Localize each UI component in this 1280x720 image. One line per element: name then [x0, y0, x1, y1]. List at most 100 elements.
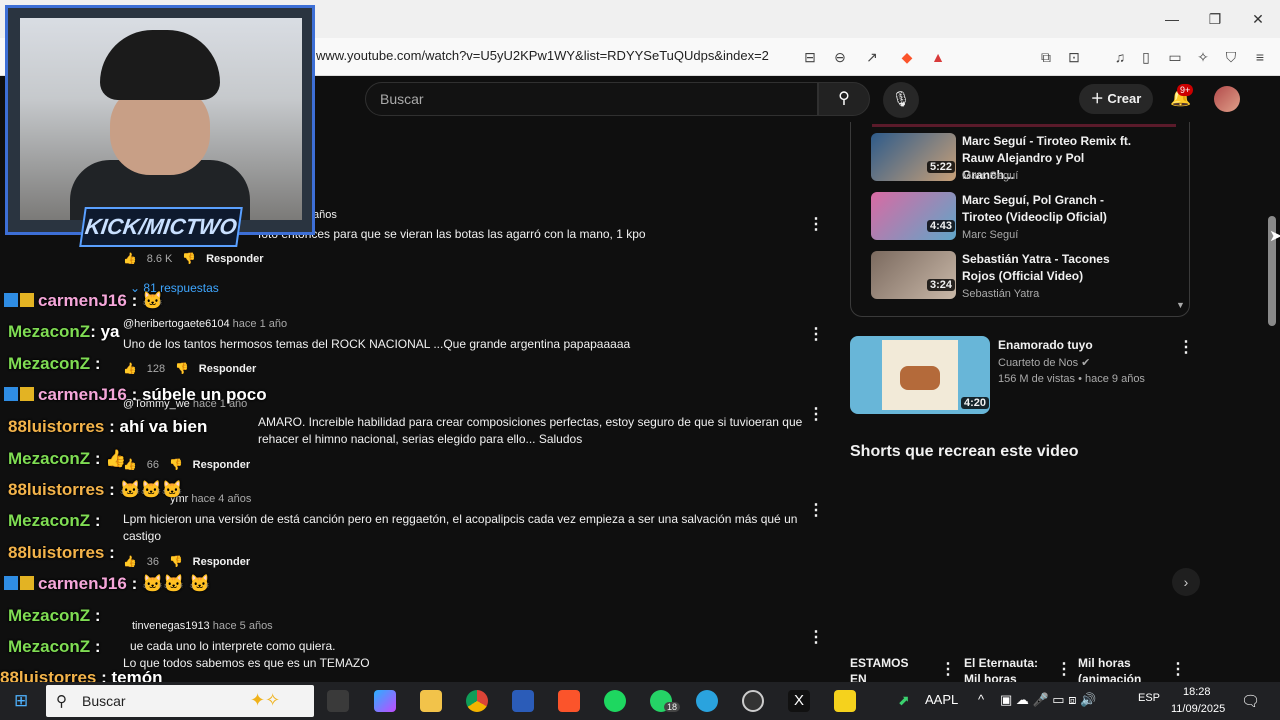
comment-actions: 👍 128 👎 Responder [123, 362, 256, 376]
chat-user: MezaconZ [8, 511, 91, 530]
like-icon[interactable]: 👍 [123, 252, 137, 265]
video-title[interactable]: Enamorado tuyo [998, 338, 1093, 352]
tray-icons[interactable]: ▣ ☁ 🎤 ▭ ⧈ 🔊 [1000, 692, 1096, 708]
word-icon[interactable] [512, 690, 534, 712]
share-icon[interactable]: ↗ [862, 47, 882, 67]
telegram-icon[interactable] [696, 690, 718, 712]
handle-name[interactable]: tinvenegas1913 [132, 620, 210, 632]
search-button[interactable]: ⚲ [818, 82, 870, 116]
emote-icon: 🐱 [141, 291, 164, 310]
media-icon[interactable]: ♫ [1110, 47, 1130, 67]
screenshot-icon[interactable]: ⊡ [1064, 47, 1084, 67]
chat-message: : [94, 511, 101, 530]
chat-line: MezaconZ : 👍 [8, 449, 127, 469]
dislike-icon[interactable]: 👎 [169, 458, 183, 471]
windows-start-icon[interactable]: ⊞ [14, 692, 32, 710]
comment-menu-icon[interactable]: ⋮ [808, 324, 824, 344]
restore-icon[interactable]: ❐ [1203, 8, 1227, 30]
chevron-right-icon[interactable]: › [1172, 568, 1200, 596]
cast-icon[interactable]: ⊟ [800, 47, 820, 67]
short-menu-icon[interactable]: ⋮ [1056, 659, 1072, 679]
tray-chevron-icon[interactable]: ^ [978, 692, 984, 707]
reply-button[interactable]: Responder [199, 363, 256, 375]
leo-icon[interactable]: ✧ [1193, 47, 1213, 67]
chat-user: MezaconZ [8, 606, 91, 625]
like-icon[interactable]: 👍 [123, 555, 137, 568]
zoom-icon[interactable]: ⊖ [830, 47, 850, 67]
mouse-cursor-icon: ➤ [1269, 228, 1280, 245]
reply-button[interactable]: Responder [193, 459, 250, 471]
comment-text: AMARO. Increible habilidad para crear co… [258, 415, 803, 446]
menu-icon[interactable]: ≡ [1250, 47, 1270, 67]
comment-menu-icon[interactable]: ⋮ [808, 500, 824, 520]
chat-message: : [131, 291, 138, 310]
brave-shield-icon[interactable]: ◆ [897, 47, 917, 67]
chat-line: MezaconZ: ya [8, 322, 119, 342]
create-button[interactable]: ＋ Crear [1079, 84, 1153, 114]
playlist-thumbnail[interactable] [871, 133, 956, 181]
dislike-icon[interactable]: 👎 [175, 362, 189, 375]
spotify-icon[interactable] [604, 690, 626, 712]
chrome-icon[interactable] [466, 690, 488, 712]
emote-icon: 🐱🐱🐱 [119, 480, 184, 499]
search-highlight-icon: ✦✧ [250, 690, 281, 710]
dislike-icon[interactable]: 👎 [169, 555, 183, 568]
clock-time[interactable]: 18:28 [1183, 686, 1211, 698]
url-field[interactable]: www.youtube.com/watch?v=U5yU2KPw1WY&list… [316, 48, 769, 63]
horse-shape [900, 366, 940, 390]
minimize-icon[interactable]: — [1160, 8, 1184, 30]
chat-user: 88luistorres [8, 417, 105, 436]
clock-date[interactable]: 11/09/2025 [1171, 703, 1225, 715]
chat-user: MezaconZ [8, 322, 91, 341]
chat-line: 88luistorres : [8, 543, 115, 563]
notification-center-icon[interactable]: 🗨 [1241, 692, 1260, 710]
duration-badge: 5:22 [927, 161, 956, 173]
close-icon[interactable]: ✕ [1246, 8, 1270, 30]
comment-menu-icon[interactable]: ⋮ [808, 214, 824, 234]
short-menu-icon[interactable]: ⋮ [940, 659, 956, 679]
brave-icon[interactable] [558, 690, 580, 712]
short-menu-icon[interactable]: ⋮ [1170, 659, 1186, 679]
reply-button[interactable]: Responder [193, 556, 250, 568]
playlist-thumbnail[interactable] [871, 192, 956, 240]
sticky-notes-icon[interactable] [834, 690, 856, 712]
voice-search-button[interactable]: 🎙 [883, 82, 919, 118]
task-view-icon[interactable] [327, 690, 349, 712]
handle-name[interactable]: @heribertogaete6104 [123, 318, 230, 330]
comment-menu-icon[interactable]: ⋮ [808, 404, 824, 424]
notification-badge: 9+ [1177, 84, 1194, 96]
video-channel: Cuarteto de Nos ✔ [998, 356, 1090, 369]
file-explorer-icon[interactable] [420, 690, 442, 712]
comment-actions: 👍 66 👎 Responder [123, 458, 250, 472]
vpn-icon[interactable]: ⛉ [1221, 47, 1241, 67]
obs-icon[interactable] [742, 690, 764, 712]
video-menu-icon[interactable]: ⋮ [1178, 337, 1194, 357]
stock-ticker[interactable]: AAPL [925, 692, 958, 707]
chat-message: : ahí va bien [109, 417, 208, 436]
like-icon[interactable]: 👍 [123, 362, 137, 375]
dislike-icon[interactable]: 👎 [182, 252, 196, 265]
comment-actions: 👍 8.6 K 👎 Responder [123, 252, 264, 266]
playlist-title[interactable]: Sebastián Yatra - Tacones Rojos (Officia… [962, 251, 1132, 285]
playlist-thumbnail[interactable] [871, 251, 956, 299]
x-icon[interactable]: X [788, 690, 810, 712]
avatar[interactable] [1214, 86, 1240, 112]
playlist-scroll-down-icon[interactable]: ▼ [1176, 300, 1185, 310]
comment-text: Uno de los tantos hermosos temas del ROC… [123, 337, 631, 351]
brave-rewards-icon[interactable]: ▲ [928, 47, 948, 67]
comment-age: hace 5 años [212, 620, 273, 632]
copilot-icon[interactable] [374, 690, 396, 712]
wallet-icon[interactable]: ▭ [1165, 47, 1185, 67]
comment-menu-icon[interactable]: ⋮ [808, 627, 824, 647]
comment-age: hace 4 años [191, 493, 252, 505]
comment-actions: 👍 36 👎 Responder [123, 555, 250, 569]
language-indicator[interactable]: ESP [1138, 692, 1160, 704]
playlist-channel: Sebastián Yatra [962, 288, 1040, 300]
duration-badge: 3:24 [927, 279, 956, 291]
search-input[interactable]: Buscar [365, 82, 818, 116]
reply-button[interactable]: Responder [206, 253, 263, 265]
sidebar-icon[interactable]: ▯ [1136, 47, 1156, 67]
playlist-title[interactable]: Marc Seguí, Pol Granch - Tiroteo (Videoc… [962, 192, 1132, 226]
extensions-icon[interactable]: ⧉ [1036, 47, 1056, 67]
channel-name[interactable]: Cuarteto de Nos [998, 357, 1078, 369]
